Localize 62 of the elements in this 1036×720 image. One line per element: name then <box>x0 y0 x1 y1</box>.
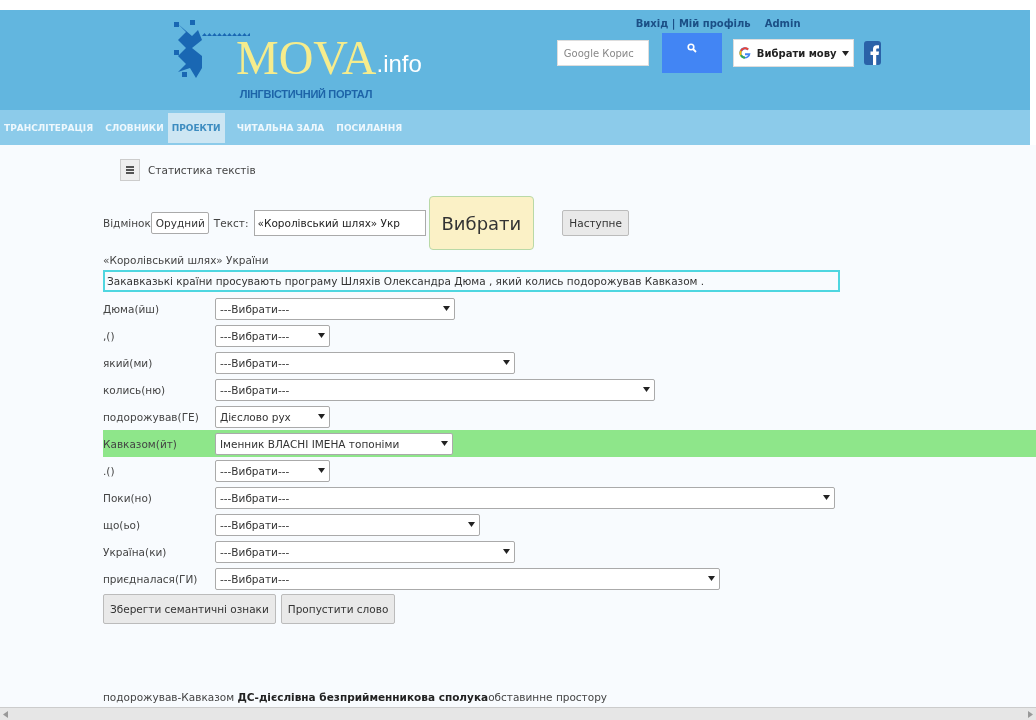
dropdown[interactable]: ---Вибрати--- <box>215 567 720 590</box>
word-label: Поки(но) <box>103 491 153 504</box>
search-field[interactable]: Google Корис <box>556 40 649 66</box>
google-g-icon <box>737 46 752 60</box>
dropdown[interactable]: ---Вибрати--- <box>215 378 655 401</box>
word-label: Дюма(йш) <box>103 302 161 315</box>
logo-title: MOVA <box>236 34 377 82</box>
caret-icon <box>318 468 325 473</box>
sentence-text: Закавказькі країни просувають програму Шляхів Олександра Дюма , який колись подорожував Кавказом . <box>103 270 840 292</box>
search-icon <box>686 43 697 53</box>
dropdown[interactable]: ---Вибрати--- <box>215 540 515 563</box>
caret-icon <box>503 549 510 554</box>
logo-suffix: .info <box>376 50 422 78</box>
scroll-left-icon[interactable] <box>3 710 8 718</box>
word-label: приєдналася(ГИ) <box>103 572 199 585</box>
word-label: який(ми) <box>103 356 154 369</box>
text-title: «Королівський шлях» України <box>103 254 270 266</box>
caret-icon <box>708 576 715 581</box>
menu-icon <box>126 166 134 174</box>
dropdown[interactable]: ---Вибрати--- <box>215 351 515 374</box>
horizontal-scrollbar[interactable] <box>0 707 1036 720</box>
dropdown[interactable]: Дієслово рух <box>215 405 330 428</box>
caret-icon <box>823 495 830 500</box>
action-button[interactable]: Пропустити слово <box>280 594 396 624</box>
dropdown[interactable]: ---Вибрати--- <box>215 297 455 320</box>
menu-button[interactable] <box>120 159 140 181</box>
choose-button[interactable]: Вибрати <box>428 196 535 250</box>
case-label: Відмінок <box>103 217 151 229</box>
facebook-icon[interactable] <box>863 41 881 65</box>
dropdown[interactable]: ---Вибрати--- <box>215 513 480 536</box>
caret-icon <box>443 306 450 311</box>
text-field[interactable]: «Королівський шлях» Укр <box>253 210 426 236</box>
caret-icon <box>441 441 448 446</box>
word-label: що(ьо) <box>103 518 142 531</box>
user-link[interactable]: Вихід | Мій профіль <box>635 18 751 29</box>
language-selector[interactable]: Вибрати мову <box>732 39 854 67</box>
word-label: ,() <box>103 329 116 342</box>
logo-tagline: ЛІНГВІСТИЧНИЙ ПОРТАЛ <box>239 88 373 100</box>
search-button[interactable] <box>661 33 722 73</box>
dropdown[interactable]: ---Вибрати--- <box>215 486 835 509</box>
dropdown[interactable]: Орудний <box>150 212 209 234</box>
result-text: подорожував-Кавказом ДС-дієслівна безприйменникова сполукаобставинне простору <box>103 691 609 703</box>
user-link[interactable]: Admin <box>764 18 801 29</box>
word-label: колись(ню) <box>103 383 167 396</box>
dropdown[interactable]: ---Вибрати--- <box>215 459 330 482</box>
caret-icon <box>643 387 650 392</box>
scroll-right-icon[interactable] <box>1028 710 1033 718</box>
caret-icon <box>503 360 510 365</box>
action-button[interactable]: Зберегти семантичні ознаки <box>103 594 276 624</box>
word-label: Кавказом(йт) <box>103 437 178 450</box>
caret-icon <box>468 522 475 527</box>
dropdown[interactable]: ---Вибрати--- <box>215 324 330 347</box>
next-button[interactable]: Наступне <box>562 210 629 236</box>
word-label: Україна(ки) <box>103 545 168 558</box>
caret-icon <box>318 333 325 338</box>
word-label: подорожував(ГЕ) <box>103 410 200 423</box>
caret-icon <box>318 414 325 419</box>
word-label: .() <box>103 464 116 477</box>
dropdown[interactable]: Іменник ВЛАСНІ ІМЕНА топоніми <box>215 432 453 455</box>
text-label: Текст: <box>213 217 249 229</box>
caret-icon <box>841 50 849 56</box>
page-title: Статистика текстів <box>148 164 256 176</box>
